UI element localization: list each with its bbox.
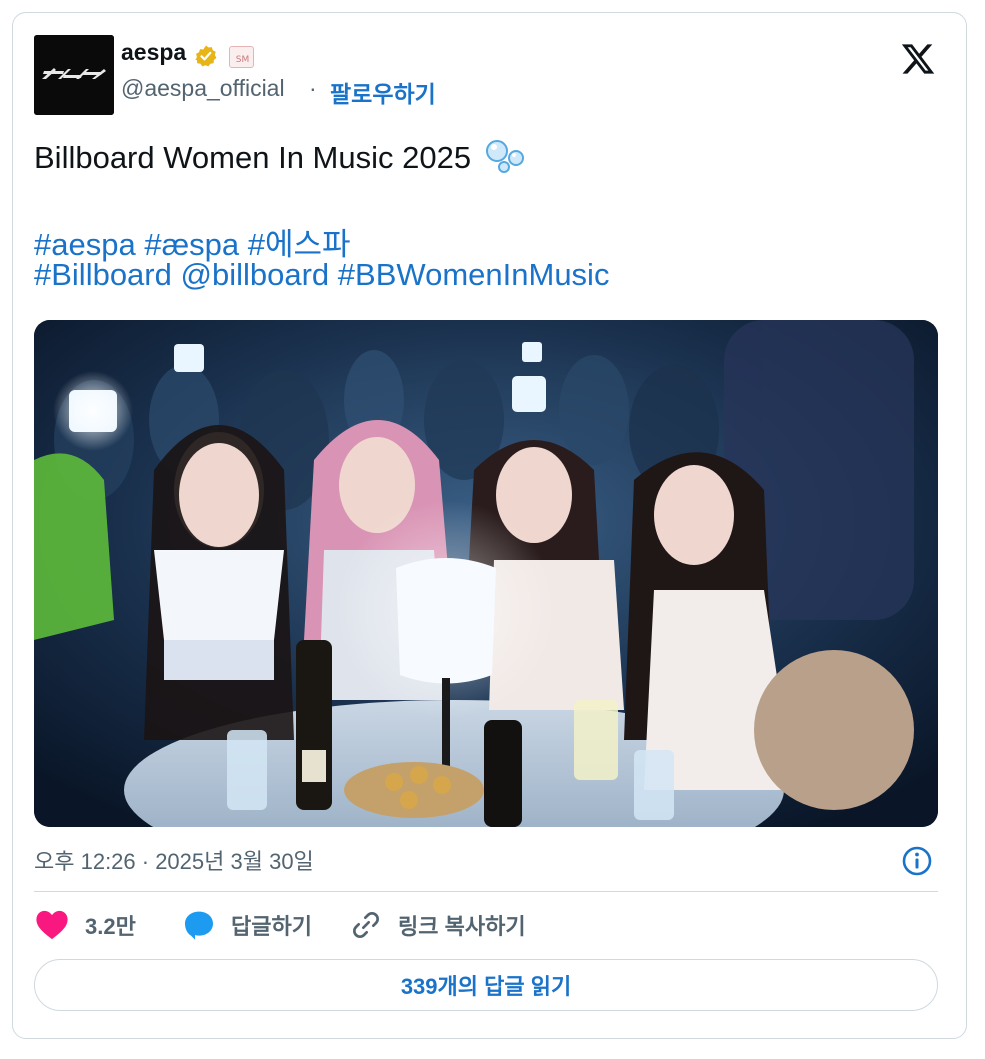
bubbles-emoji-icon — [485, 140, 524, 173]
mention-billboard[interactable]: @billboard — [181, 257, 330, 292]
verified-badge-icon — [195, 45, 217, 67]
author-display-name[interactable]: aespa — [121, 39, 186, 66]
like-count: 3.2만 — [85, 914, 136, 939]
hashtags-line-2: #Billboard @billboard #BBWomenInMusic — [34, 257, 609, 293]
read-replies-button[interactable]: 339개의 답글 읽기 — [34, 959, 938, 1011]
reply-label: 답글하기 — [231, 914, 312, 939]
info-icon[interactable] — [901, 845, 933, 877]
tweet-photo[interactable] — [34, 320, 938, 827]
svg-text:SM: SM — [236, 55, 249, 65]
link-icon — [353, 912, 379, 938]
avatar[interactable] — [34, 35, 114, 115]
tweet-text: Billboard Women In Music 2025 — [34, 138, 526, 176]
divider — [34, 891, 938, 892]
affiliate-badge-icon: SM — [229, 46, 254, 68]
reply-button[interactable]: 답글하기 — [183, 907, 312, 943]
copy-link-label: 링크 복사하기 — [398, 914, 526, 939]
reply-bubble-icon — [185, 911, 213, 940]
x-logo-icon[interactable] — [899, 41, 937, 77]
heart-icon — [36, 910, 68, 940]
copy-link-button[interactable]: 링크 복사하기 — [350, 907, 526, 943]
hashtag-billboard[interactable]: #Billboard — [34, 257, 172, 292]
tweet-text-content: Billboard Women In Music 2025 — [34, 140, 472, 175]
hashtag-bbwomeninmusic[interactable]: #BBWomenInMusic — [338, 257, 610, 292]
like-button[interactable]: 3.2만 — [35, 907, 136, 943]
separator-dot: · — [309, 75, 317, 101]
author-handle[interactable]: @aespa_official — [121, 75, 285, 102]
follow-button[interactable]: 팔로우하기 — [330, 75, 436, 109]
embedded-tweet-card: aespa SM @aespa_official · 팔로우하기 Billboa… — [12, 12, 967, 1039]
tweet-timestamp[interactable]: 오후 12:26 · 2025년 3월 30일 — [34, 844, 314, 876]
event-photo-illustration — [34, 320, 938, 827]
aespa-logo-icon — [34, 35, 114, 115]
